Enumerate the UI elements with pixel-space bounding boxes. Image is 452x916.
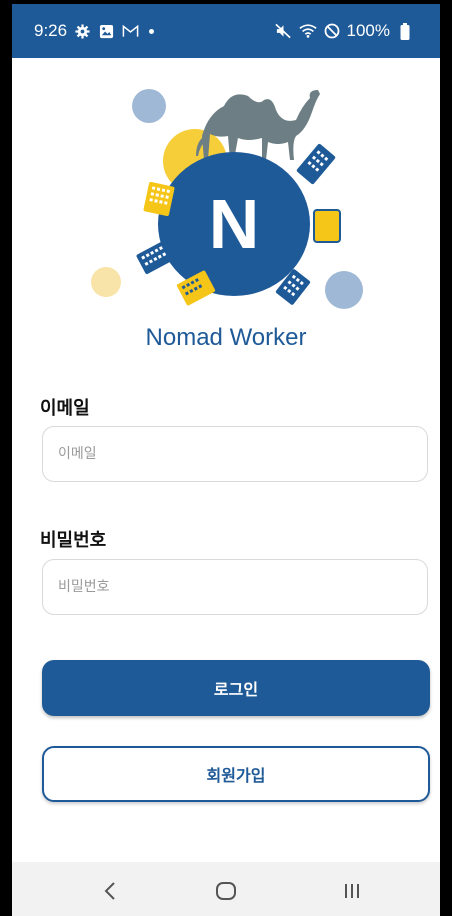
logo-letter: N — [209, 185, 260, 263]
battery-icon — [396, 22, 414, 40]
mail-icon — [121, 22, 139, 40]
login-button-label: 로그인 — [213, 680, 259, 699]
email-label: 이메일 — [40, 398, 90, 419]
image-icon — [97, 22, 115, 40]
email-input[interactable] — [42, 426, 428, 482]
phone-frame: 9:26 100% N Nomad Worker 이메일 이메일 비밀번호 로그… — [0, 0, 452, 916]
logo-circle-light-yellow — [91, 267, 121, 297]
logo-circle-blue-right — [325, 271, 363, 309]
back-button[interactable] — [90, 876, 130, 906]
logo-circle-blue-small — [132, 89, 166, 123]
home-icon — [216, 882, 236, 900]
building-icon — [313, 209, 341, 243]
back-icon — [104, 882, 115, 900]
status-left: 9:26 — [34, 21, 155, 41]
battery-percent: 100% — [346, 21, 390, 40]
recents-icon — [345, 884, 359, 898]
no-signal-icon — [323, 22, 341, 40]
mute-icon — [275, 22, 293, 40]
status-bar: 9:26 100% — [12, 4, 440, 58]
home-button[interactable] — [206, 876, 246, 906]
app-logo: N — [12, 76, 440, 316]
dot-icon — [149, 28, 155, 34]
signup-button[interactable]: 회원가입 — [42, 746, 430, 802]
gear-icon — [73, 22, 91, 40]
password-input[interactable] — [42, 559, 428, 615]
status-right: 100% — [275, 21, 414, 41]
wifi-icon — [298, 22, 317, 40]
building-icon — [296, 143, 336, 185]
password-label: 비밀번호 — [40, 530, 107, 551]
app-title: Nomad Worker — [145, 324, 307, 351]
login-button[interactable]: 로그인 — [42, 660, 430, 716]
status-time: 9:26 — [34, 21, 68, 40]
signup-button-label: 회원가입 — [206, 766, 266, 785]
system-nav-bar — [12, 862, 440, 916]
recents-button[interactable] — [332, 876, 372, 906]
logo-illustration: N — [91, 89, 363, 309]
